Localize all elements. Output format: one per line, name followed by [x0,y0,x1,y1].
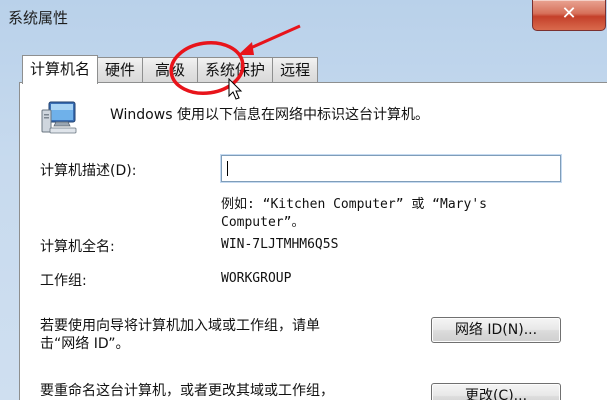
tab-hardware[interactable]: 硬件 [97,57,144,82]
tab-strip: 计算机名 硬件 高级 系统保护 远程 [22,55,319,84]
rename-text-line1: 要重命名这台计算机，或者更改其域或工作组， [40,383,334,399]
computer-description-field[interactable] [221,155,561,182]
text-caret [227,161,228,176]
network-id-text-line1: 若要使用向导将计算机加入域或工作组，请单 [40,318,320,334]
window-title: 系统属性 [8,9,69,27]
tab-advanced[interactable]: 高级 [142,57,199,82]
network-id-text-line2: 击“网络 ID”。 [40,336,130,352]
change-button[interactable]: 更改(C)... [431,383,561,400]
system-properties-window: 系统属性 ✕ 计算机名 硬件 高级 系统保护 远程 Windows 使用以下信息… [0,0,607,400]
workgroup-label: 工作组: [40,273,87,289]
full-name-label: 计算机全名: [40,239,115,255]
example-text-line2: Computer”。 [221,215,305,230]
network-id-button[interactable]: 网络 ID(N)... [431,317,561,343]
close-button[interactable]: ✕ [532,0,606,31]
annotation-arrow-line [245,24,301,52]
description-label: 计算机描述(D): [40,163,137,179]
mouse-cursor [228,78,243,100]
intro-text: Windows 使用以下信息在网络中标识这台计算机。 [110,107,429,123]
computer-icon [41,101,77,134]
workgroup-value: WORKGROUP [221,271,292,286]
full-name-value: WIN-7LJTMHM6Q5S [221,237,339,252]
annotation-arrow-head [238,42,254,55]
close-icon: ✕ [561,3,577,24]
example-text-line1: 例如: “Kitchen Computer” 或 “Mary's [221,197,487,212]
tab-remote[interactable]: 远程 [272,57,319,82]
tab-computer-name[interactable]: 计算机名 [22,55,99,84]
